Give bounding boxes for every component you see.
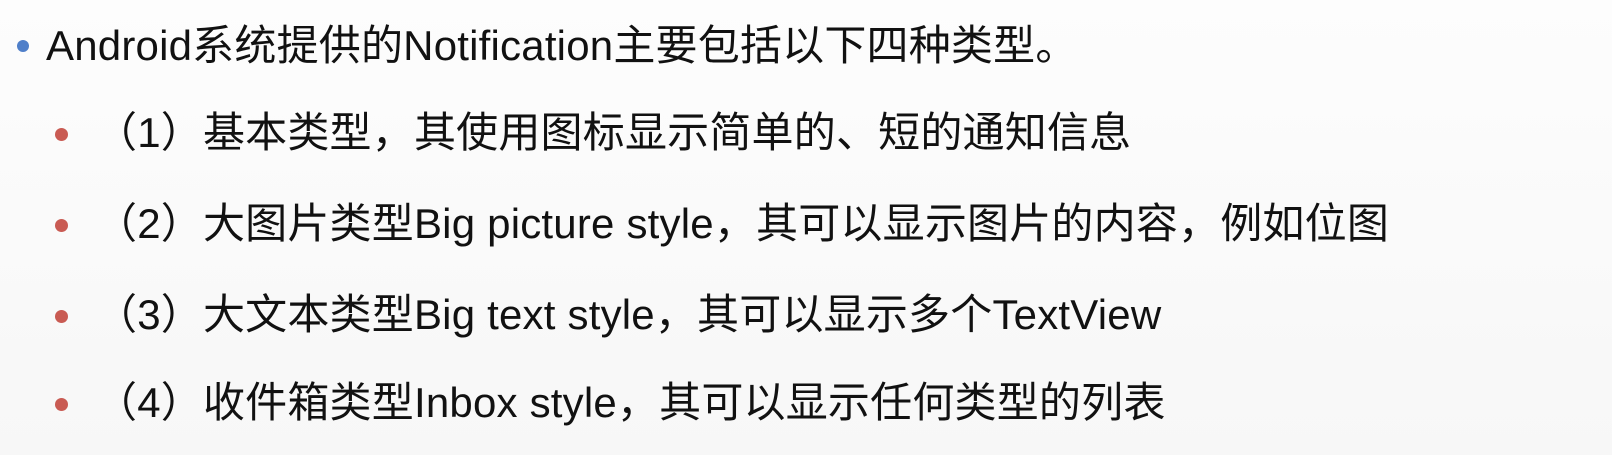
list-item-text: （4）收件箱类型Inbox style，其可以显示任何类型的列表 bbox=[95, 379, 1166, 426]
heading-text: Android系统提供的Notification主要包括以下四种类型。 bbox=[46, 22, 1078, 69]
red-bullet-icon bbox=[55, 128, 68, 141]
red-bullet-icon bbox=[55, 310, 68, 323]
red-bullet-icon bbox=[55, 398, 68, 411]
slide: Android系统提供的Notification主要包括以下四种类型。 （1）基… bbox=[0, 0, 1612, 455]
list-item-text: （2）大图片类型Big picture style，其可以显示图片的内容，例如位… bbox=[95, 200, 1390, 247]
list-item-text: （3）大文本类型Big text style，其可以显示多个TextView bbox=[95, 291, 1162, 338]
red-bullet-icon bbox=[55, 219, 68, 232]
blue-bullet-icon bbox=[17, 40, 29, 52]
list-item-text: （1）基本类型，其使用图标显示简单的、短的通知信息 bbox=[95, 109, 1132, 156]
